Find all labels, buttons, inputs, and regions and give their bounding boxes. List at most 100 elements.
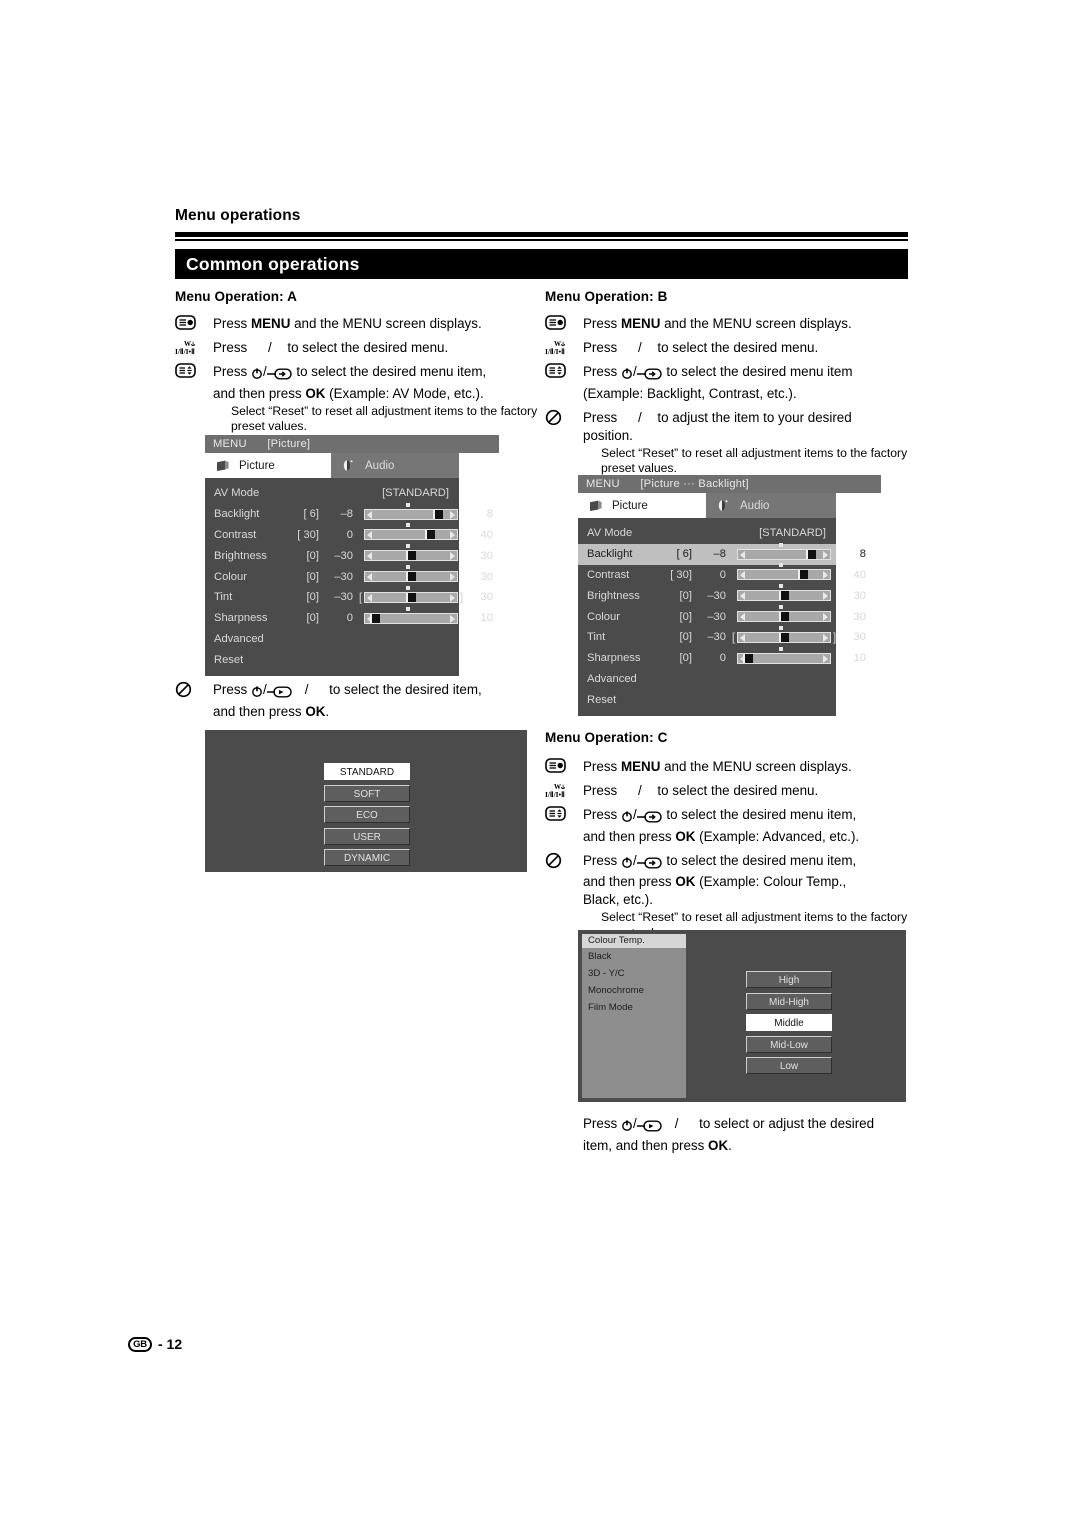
colour-temp-menu-item-3d-y-c[interactable]: 3D - Y/C <box>582 965 686 982</box>
slider-right-arrow-icon[interactable] <box>823 592 828 601</box>
slider-track[interactable] <box>737 569 831 581</box>
slider-left-arrow-icon[interactable] <box>740 550 745 559</box>
slider-left-arrow-icon[interactable] <box>740 613 745 622</box>
osd-row-advanced[interactable]: Advanced <box>578 669 836 690</box>
av-mode-choice-user[interactable]: USER <box>324 827 410 845</box>
osd-row-contrast[interactable]: Contrast [ 30] 0 40 <box>205 523 493 546</box>
osd-row-brightness[interactable]: Brightness [0] –30 30 <box>578 584 866 606</box>
osd-row-reset[interactable]: Reset <box>578 689 836 710</box>
tab-picture[interactable]: Picture <box>205 453 331 478</box>
slider-track[interactable] <box>737 652 831 664</box>
colour-temp-menu-item-film-mode[interactable]: Film Mode <box>582 999 686 1016</box>
colour-temp-choice-high[interactable]: High <box>746 971 832 988</box>
slider-track[interactable] <box>737 548 831 560</box>
slider-knob[interactable] <box>779 612 789 622</box>
osd-row-sharpness[interactable]: Sharpness [0] 0 10 <box>578 646 866 669</box>
slider-right-arrow-icon[interactable] <box>823 613 828 622</box>
slider-right-arrow-icon[interactable] <box>823 571 828 580</box>
slider-knob[interactable] <box>806 549 817 559</box>
colour-temp-choice-low[interactable]: Low <box>746 1057 832 1074</box>
slider-right-arrow-icon[interactable] <box>450 614 455 623</box>
step-a-3-line2-after: (Example: AV Mode, etc.). <box>325 385 484 401</box>
slider-left-arrow-icon[interactable] <box>367 510 372 519</box>
slider-knob[interactable] <box>798 570 808 580</box>
slider-right-arrow-icon[interactable] <box>823 633 828 642</box>
osd-av-mode-screen: STANDARD SOFT ECO USER DYNAMIC <box>205 730 527 872</box>
slider-right-arrow-icon[interactable] <box>450 593 455 602</box>
slider-track[interactable] <box>737 611 831 623</box>
slider-track[interactable] <box>364 591 458 603</box>
slider-left-arrow-icon[interactable] <box>740 633 745 642</box>
colour-temp-choice-mid-low[interactable]: Mid-Low <box>746 1035 832 1053</box>
osd-row-sharpness[interactable]: Sharpness [0] 0 10 <box>205 606 493 629</box>
slider-left-arrow-icon[interactable] <box>740 592 745 601</box>
slider-knob[interactable] <box>406 592 416 602</box>
slider-track[interactable] <box>364 529 458 541</box>
section-title-bar: Common operations <box>175 249 908 279</box>
step-b-3-text-before: Press <box>583 364 621 379</box>
osd-colour-temp-left-panel: Colour Temp. Black 3D - Y/C Monochrome Film… <box>582 934 686 1098</box>
osd-row-current-value: [ 30] <box>670 568 692 581</box>
running-head: Menu operations <box>175 207 301 224</box>
osd-row-tint[interactable]: Tint [0] –30 [] 30 <box>205 585 493 608</box>
slider-knob[interactable] <box>779 632 789 642</box>
osd-backlight-title-path: [Picture ··· Backlight] <box>640 478 749 490</box>
osd-row-reset[interactable]: Reset <box>205 649 459 670</box>
slider-knob[interactable] <box>433 509 444 519</box>
slider-wrap <box>364 502 458 520</box>
colour-temp-choice-middle[interactable]: Middle <box>746 1014 832 1031</box>
osd-row-backlight[interactable]: Backlight [ 6] –8 8 <box>578 542 866 565</box>
slider-right-arrow-icon[interactable] <box>450 510 455 519</box>
osd-backlight-tail: Advanced Reset <box>578 669 836 711</box>
av-mode-choice-eco[interactable]: ECO <box>324 806 410 823</box>
slider-right-arrow-icon[interactable] <box>450 552 455 561</box>
svg-text:I/Ⅱ/I•Ⅱ: I/Ⅱ/I•Ⅱ <box>175 347 195 356</box>
colour-temp-menu-item-monochrome[interactable]: Monochrome <box>582 982 686 999</box>
osd-row-advanced[interactable]: Advanced <box>205 629 459 650</box>
osd-row-backlight[interactable]: Backlight [ 6] –8 8 <box>205 502 493 525</box>
slider-knob[interactable] <box>406 551 416 561</box>
slider-track[interactable] <box>364 508 458 520</box>
slider-right-arrow-icon[interactable] <box>823 654 828 663</box>
tab-audio[interactable]: Audio <box>331 453 459 478</box>
osd-row-av-mode[interactable]: AV Mode [STANDARD] <box>578 523 836 544</box>
colour-temp-menu-item-black[interactable]: Black <box>582 948 686 965</box>
slider-wrap <box>737 563 831 581</box>
osd-row-av-mode[interactable]: AV Mode [STANDARD] <box>205 483 459 504</box>
av-mode-choice-dynamic[interactable]: DYNAMIC <box>324 849 410 866</box>
slider-knob[interactable] <box>425 530 435 540</box>
menu-button-icon <box>545 758 579 778</box>
slider-track[interactable] <box>737 590 831 602</box>
slider-left-arrow-icon[interactable] <box>740 571 745 580</box>
av-mode-choice-standard[interactable]: STANDARD <box>324 763 410 780</box>
slider-track[interactable] <box>364 550 458 562</box>
slider-knob[interactable] <box>369 613 380 623</box>
slider-left-arrow-icon[interactable] <box>367 531 372 540</box>
step-c-1-text-after: and the MENU screen displays. <box>660 759 852 774</box>
tab-audio[interactable]: Audio <box>706 493 836 518</box>
tab-picture[interactable]: Picture <box>578 493 706 518</box>
slider-track[interactable] <box>364 571 458 583</box>
slider-knob[interactable] <box>742 653 753 663</box>
slider-left-arrow-icon[interactable] <box>367 573 372 582</box>
osd-row-contrast[interactable]: Contrast [ 30] 0 40 <box>578 563 866 586</box>
osd-row-max: 30 <box>853 610 866 623</box>
osd-row-colour[interactable]: Colour [0] –30 30 <box>578 605 866 627</box>
slider-left-arrow-icon[interactable] <box>367 552 372 561</box>
osd-row-brightness[interactable]: Brightness [0] –30 30 <box>205 544 493 566</box>
slider-track[interactable] <box>737 631 831 643</box>
slider-right-arrow-icon[interactable] <box>450 531 455 540</box>
osd-row-current-value: [ 6] <box>303 508 319 521</box>
slider-track[interactable] <box>364 612 458 624</box>
slider-knob[interactable] <box>406 572 416 582</box>
slider-center-tick <box>406 544 410 549</box>
slider-right-arrow-icon[interactable] <box>823 550 828 559</box>
av-mode-choice-soft[interactable]: SOFT <box>324 784 410 802</box>
osd-row-colour[interactable]: Colour [0] –30 30 <box>205 565 493 587</box>
slider-knob[interactable] <box>779 591 789 601</box>
step-a-after: Press / / to select the desired item, and… <box>175 681 583 721</box>
osd-row-tint[interactable]: Tint [0] –30 [] 30 <box>578 625 866 648</box>
slider-right-arrow-icon[interactable] <box>450 573 455 582</box>
colour-temp-choice-mid-high[interactable]: Mid-High <box>746 992 832 1010</box>
slider-left-arrow-icon[interactable] <box>367 593 372 602</box>
